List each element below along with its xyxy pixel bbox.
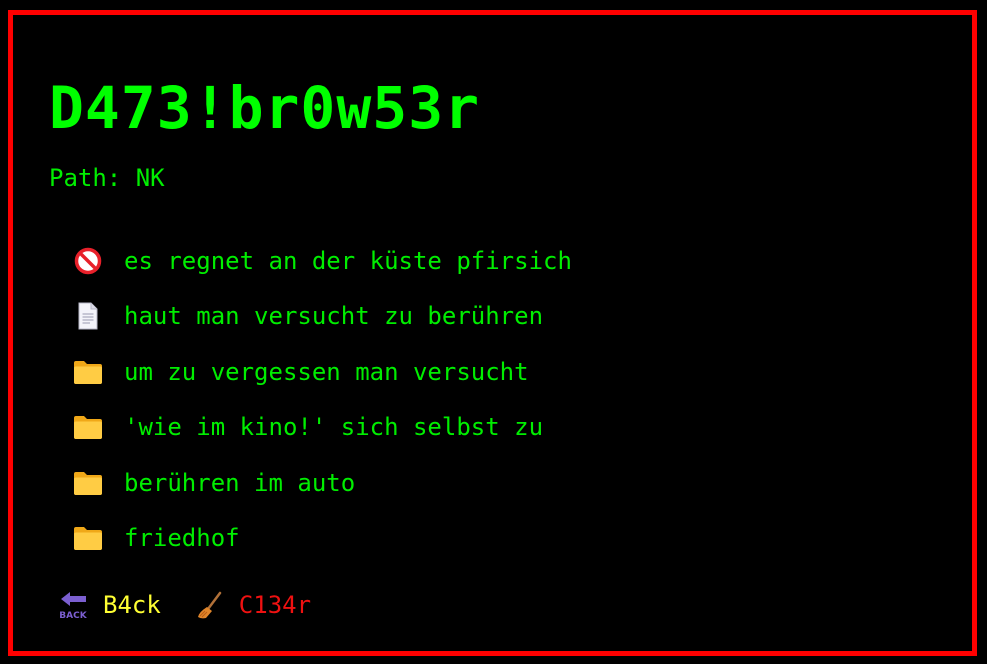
back-button[interactable]: BACK B4ck	[57, 588, 161, 622]
no-entry-icon	[71, 244, 105, 278]
entry-label: 'wie im kino!' sich selbst zu	[124, 413, 544, 442]
list-item-folder[interactable]: 'wie im kino!' sich selbst zu	[71, 400, 572, 456]
clear-button[interactable]: C134r	[193, 588, 311, 622]
document-icon	[71, 299, 105, 333]
entry-label: friedhof	[124, 524, 240, 553]
entry-list: es regnet an der küste pfirsich haut man…	[71, 233, 572, 566]
broom-icon	[193, 588, 227, 622]
list-item-restricted[interactable]: es regnet an der küste pfirsich	[71, 233, 572, 289]
folder-icon	[71, 521, 105, 555]
entry-label: haut man versucht zu berühren	[124, 302, 544, 331]
browser-frame: D473!br0w53r Path: NK es regnet an der k…	[8, 10, 977, 656]
back-icon-text: BACK	[59, 611, 87, 621]
entry-label: um zu vergessen man versucht	[124, 357, 529, 386]
list-item-folder[interactable]: um zu vergessen man versucht	[71, 344, 572, 400]
back-label: B4ck	[103, 591, 161, 619]
clear-label: C134r	[238, 591, 312, 619]
folder-icon	[71, 355, 105, 389]
back-arrow-icon: BACK	[57, 588, 91, 622]
entry-label: es regnet an der küste pfirsich	[124, 246, 572, 275]
app-title: D473!br0w53r	[49, 74, 481, 142]
list-item-file[interactable]: haut man versucht zu berühren	[71, 289, 572, 345]
list-item-folder[interactable]: friedhof	[71, 511, 572, 567]
current-path: Path: NK	[49, 164, 165, 192]
folder-icon	[71, 410, 105, 444]
list-item-folder[interactable]: berühren im auto	[71, 455, 572, 511]
entry-label: berühren im auto	[124, 468, 356, 497]
folder-icon	[71, 466, 105, 500]
controls-bar: BACK B4ck C134r	[57, 587, 343, 623]
